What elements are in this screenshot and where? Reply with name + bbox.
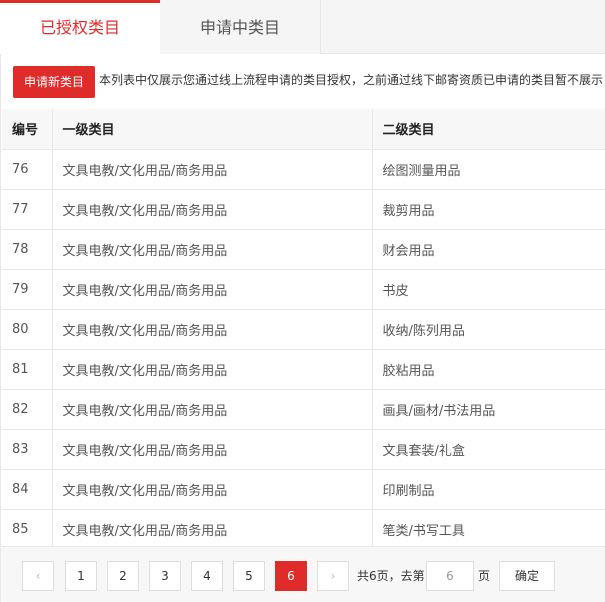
cell-id: 82 [2, 389, 53, 430]
cell-level2: 裁剪用品 [372, 189, 605, 230]
prev-page-button[interactable]: ‹ [22, 561, 54, 591]
cell-id: 85 [2, 509, 53, 550]
cell-level2: 收纳/陈列用品 [372, 309, 605, 350]
table-row: 82 文具电教/文化用品/商务用品 画具/画材/书法用品 [2, 389, 605, 430]
page-button-6-current[interactable]: 6 [275, 561, 307, 591]
cell-level2: 胶粘用品 [372, 349, 605, 390]
column-header-level1: 一级类目 [52, 109, 373, 150]
apply-new-category-button[interactable]: 申请新类目 [13, 66, 95, 98]
table-row: 80 文具电教/文化用品/商务用品 收纳/陈列用品 [2, 309, 605, 350]
goto-page-input[interactable] [426, 561, 474, 591]
cell-level1: 文具电教/文化用品/商务用品 [52, 469, 373, 510]
cell-id: 77 [2, 189, 53, 230]
page-button-1[interactable]: 1 [65, 561, 97, 591]
category-table: 编号 一级类目 二级类目 76 文具电教/文化用品/商务用品 绘图测量用品 77 文具电… [2, 109, 605, 550]
table-row: 84 文具电教/文化用品/商务用品 印刷制品 [2, 469, 605, 510]
tab-bar: 已授权类目 申请中类目 [0, 0, 605, 55]
table-row: 77 文具电教/文化用品/商务用品 裁剪用品 [2, 189, 605, 230]
cell-id: 80 [2, 309, 53, 350]
pagination: ‹ 1 2 3 4 5 6 › 共6页，去第 页 确定 [1, 546, 605, 602]
cell-level1: 文具电教/文化用品/商务用品 [52, 309, 373, 350]
table-row: 76 文具电教/文化用品/商务用品 绘图测量用品 [2, 149, 605, 190]
next-page-button[interactable]: › [317, 561, 349, 591]
cell-level1: 文具电教/文化用品/商务用品 [52, 429, 373, 470]
page-suffix-text: 页 [478, 569, 491, 583]
cell-id: 84 [2, 469, 53, 510]
cell-level2: 画具/画材/书法用品 [372, 389, 605, 430]
page-button-4[interactable]: 4 [191, 561, 223, 591]
cell-level2: 绘图测量用品 [372, 149, 605, 190]
table-row: 79 文具电教/文化用品/商务用品 书皮 [2, 269, 605, 310]
notice-text: 本列表中仅展示您通过线上流程申请的类目授权，之前通过线下邮寄资质已申请的类目暂不… [99, 73, 605, 87]
tab-pending-categories[interactable]: 申请中类目 [160, 0, 321, 54]
table-row: 81 文具电教/文化用品/商务用品 胶粘用品 [2, 349, 605, 390]
cell-level1: 文具电教/文化用品/商务用品 [52, 189, 373, 230]
page-button-3[interactable]: 3 [149, 561, 181, 591]
confirm-goto-button[interactable]: 确定 [499, 561, 555, 591]
cell-level2: 财会用品 [372, 229, 605, 270]
cell-level1: 文具电教/文化用品/商务用品 [52, 349, 373, 390]
column-header-level2: 二级类目 [372, 109, 605, 150]
cell-id: 79 [2, 269, 53, 310]
column-header-id: 编号 [2, 109, 53, 150]
cell-level2: 文具套装/礼盒 [372, 429, 605, 470]
cell-level1: 文具电教/文化用品/商务用品 [52, 269, 373, 310]
table-row: 83 文具电教/文化用品/商务用品 文具套装/礼盒 [2, 429, 605, 470]
cell-level1: 文具电教/文化用品/商务用品 [52, 509, 373, 550]
cell-level2: 笔类/书写工具 [372, 509, 605, 550]
table-header-row: 编号 一级类目 二级类目 [2, 109, 605, 150]
cell-id: 81 [2, 349, 53, 390]
cell-level1: 文具电教/文化用品/商务用品 [52, 389, 373, 430]
table-row: 78 文具电教/文化用品/商务用品 财会用品 [2, 229, 605, 270]
toolbar: 申请新类目 本列表中仅展示您通过线上流程申请的类目授权，之前通过线下邮寄资质已申… [13, 66, 605, 98]
table-row: 85 文具电教/文化用品/商务用品 笔类/书写工具 [2, 509, 605, 550]
page-button-2[interactable]: 2 [107, 561, 139, 591]
content-panel: 申请新类目 本列表中仅展示您通过线上流程申请的类目授权，之前通过线下邮寄资质已申… [0, 54, 605, 602]
tab-authorized-categories[interactable]: 已授权类目 [0, 0, 160, 55]
cell-id: 76 [2, 149, 53, 190]
cell-level1: 文具电教/文化用品/商务用品 [52, 229, 373, 270]
total-pages-text: 共6页，去第 [357, 569, 425, 583]
cell-level2: 书皮 [372, 269, 605, 310]
cell-id: 83 [2, 429, 53, 470]
cell-level2: 印刷制品 [372, 469, 605, 510]
page-button-5[interactable]: 5 [233, 561, 265, 591]
cell-level1: 文具电教/文化用品/商务用品 [52, 149, 373, 190]
cell-id: 78 [2, 229, 53, 270]
